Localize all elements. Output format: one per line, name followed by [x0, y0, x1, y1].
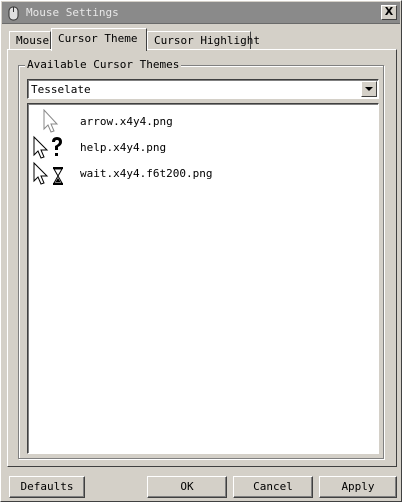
tab-cursor-highlight[interactable]: Cursor Highlight [147, 31, 260, 50]
tab-cursor-theme[interactable]: Cursor Theme [51, 28, 147, 51]
mouse-icon [8, 6, 19, 21]
close-icon: X [384, 5, 394, 18]
tab-panel: Available Cursor Themes Tesselate arrow.… [7, 49, 397, 467]
apply-button[interactable]: Apply [319, 476, 397, 498]
theme-select[interactable]: Tesselate [27, 79, 379, 99]
cancel-button[interactable]: Cancel [233, 476, 313, 498]
chevron-down-icon[interactable] [361, 81, 377, 97]
wait-cursor-icon [33, 161, 63, 185]
title-bar[interactable]: Mouse Settings X [2, 2, 400, 24]
ok-button[interactable]: OK [147, 476, 227, 498]
defaults-button[interactable]: Defaults [9, 476, 85, 498]
mouse-settings-window: Mouse Settings X Mouse Cursor Theme Curs… [0, 0, 402, 502]
tab-mouse[interactable]: Mouse [9, 31, 51, 50]
cursor-file-list[interactable]: arrow.x4y4.png help.x4y4.png wait.x4y4.f… [27, 103, 379, 454]
group-label: Available Cursor Themes [25, 58, 182, 71]
list-item-label: help.x4y4.png [80, 141, 167, 154]
available-themes-group: Available Cursor Themes Tesselate arrow.… [18, 58, 384, 459]
list-item[interactable]: wait.x4y4.f6t200.png [32, 161, 372, 187]
list-item-label: wait.x4y4.f6t200.png [80, 167, 213, 180]
theme-select-value: Tesselate [31, 83, 91, 96]
list-item[interactable]: arrow.x4y4.png [32, 109, 372, 135]
list-item[interactable]: help.x4y4.png [32, 135, 372, 161]
arrow-cursor-icon [43, 109, 59, 133]
help-cursor-icon [33, 135, 62, 159]
window-title: Mouse Settings [26, 6, 119, 19]
close-button[interactable]: X [381, 5, 397, 20]
list-item-label: arrow.x4y4.png [80, 115, 173, 128]
